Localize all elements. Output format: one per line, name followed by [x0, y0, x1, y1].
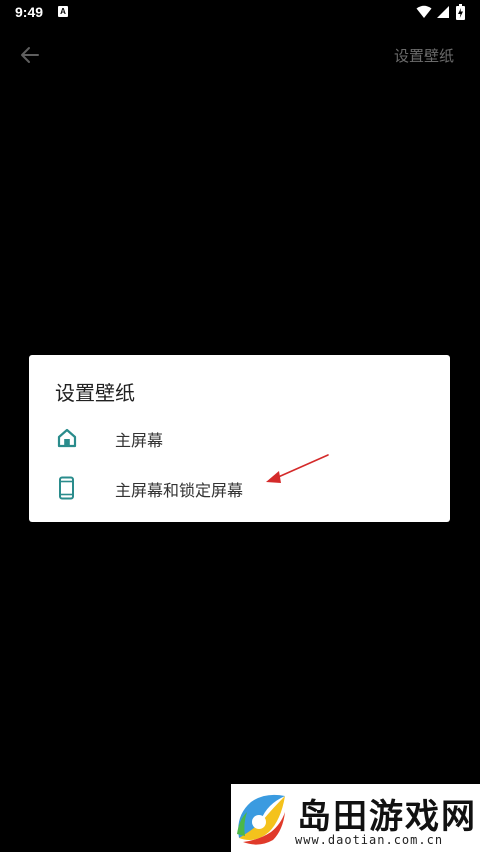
dialog-title: 设置壁纸: [55, 381, 135, 405]
watermark-url: www.daotian.com.cn: [295, 833, 444, 847]
notification-app-icon: A: [58, 6, 68, 17]
wifi-icon: [416, 5, 432, 18]
option-home-screen[interactable]: 主屏幕: [29, 416, 450, 460]
wallpaper-preview-screen: 9:49 A 设置壁纸 设置壁纸 主屏幕 主屏幕和锁定屏幕 岛田游戏网 www.…: [0, 0, 480, 852]
signal-icon: [437, 6, 449, 18]
option-label-home-and-lock-screen: 主屏幕和锁定屏幕: [115, 481, 244, 500]
home-icon: [57, 428, 77, 448]
arrow-left-icon[interactable]: [18, 43, 42, 67]
status-time: 9:49: [15, 4, 44, 20]
option-home-and-lock-screen[interactable]: 主屏幕和锁定屏幕: [29, 466, 450, 510]
watermark-brand: 岛田游戏网: [297, 797, 477, 837]
set-wallpaper-action[interactable]: 设置壁纸: [394, 45, 454, 66]
battery-charging-icon: [456, 4, 465, 20]
option-label-home-screen: 主屏幕: [115, 431, 164, 450]
watermark-banner: 岛田游戏网 www.daotian.com.cn: [231, 784, 480, 852]
set-wallpaper-dialog: 设置壁纸 主屏幕 主屏幕和锁定屏幕: [29, 355, 450, 522]
status-bar: 9:49 A: [0, 0, 480, 26]
phone-icon: [59, 476, 74, 500]
brand-logo-icon: [237, 794, 285, 845]
